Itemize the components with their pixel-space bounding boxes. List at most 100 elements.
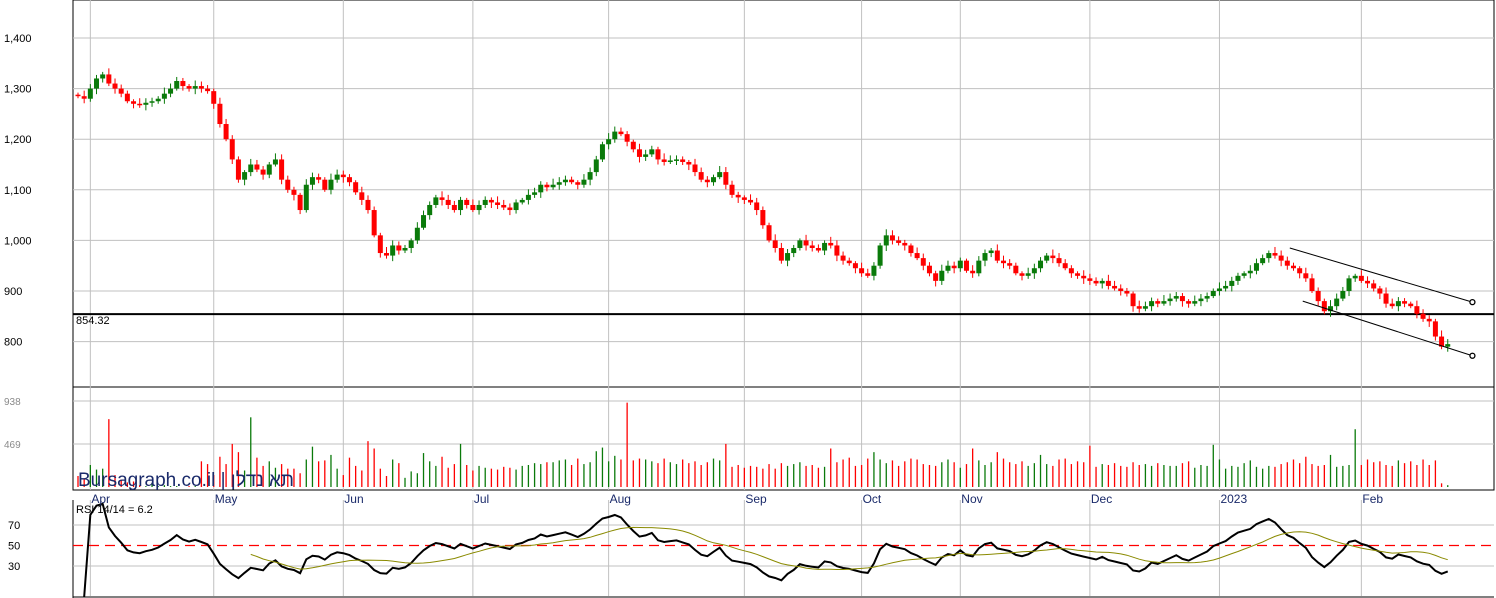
candle-body: [87, 88, 93, 99]
candle-body: [445, 199, 451, 205]
candle-body: [279, 159, 285, 180]
candle-body: [1013, 265, 1019, 274]
candle-body: [951, 265, 957, 269]
candle-body: [1007, 263, 1013, 266]
candle-body: [1124, 291, 1130, 294]
candle-body: [223, 124, 229, 140]
candle-body: [365, 199, 371, 211]
candle-body: [1260, 258, 1266, 264]
candle-body: [945, 265, 951, 271]
month-label: Sep: [745, 492, 767, 506]
candle-body: [778, 247, 784, 261]
candle-body: [957, 260, 963, 269]
month-label: Dec: [1091, 492, 1112, 506]
candle-body: [328, 179, 334, 190]
candle-body: [896, 240, 902, 243]
candle-body: [309, 177, 315, 185]
candle-body: [723, 172, 729, 185]
candle-body: [464, 199, 470, 205]
candle-body: [963, 260, 969, 271]
candle-body: [81, 96, 87, 99]
candle-body: [1352, 275, 1358, 279]
stock-chart: 1,400 1,300 1,200 1,100 1,000 900 800 938 469 70 5…: [4, 0, 1495, 598]
candle-body: [155, 98, 161, 102]
month-label: Jun: [344, 492, 363, 506]
candle-body: [1383, 293, 1389, 304]
candle-body: [1395, 301, 1401, 307]
candle-body: [1426, 318, 1432, 322]
candle-body: [229, 139, 235, 160]
candle-body: [797, 240, 803, 248]
price-tick-label: 1,000: [4, 235, 32, 247]
candle-body: [846, 260, 852, 264]
candle-body: [1118, 288, 1124, 291]
candle-body: [852, 263, 858, 269]
candle-body: [982, 253, 988, 261]
candle-body: [439, 197, 445, 200]
candle-body: [994, 250, 1000, 261]
candle-body: [1130, 293, 1136, 307]
candle-body: [1358, 275, 1364, 281]
candle-body: [538, 184, 544, 193]
candle-body: [192, 86, 198, 89]
candle-body: [353, 182, 359, 193]
candle-body: [340, 174, 346, 178]
candle-body: [643, 154, 649, 157]
candle-body: [569, 179, 575, 183]
candle-body: [137, 103, 143, 106]
candle-body: [840, 255, 846, 261]
rsi-tick-label: 50: [8, 541, 20, 553]
price-tick-label: 800: [4, 337, 22, 349]
price-tick-label: 1,200: [4, 134, 32, 146]
candle-body: [680, 159, 686, 162]
candle-body: [131, 101, 137, 104]
candle-body: [926, 265, 932, 274]
candle-body: [322, 179, 328, 190]
candle-body: [1155, 301, 1161, 304]
candle-body: [1192, 301, 1198, 304]
candle-body: [754, 202, 760, 211]
candle-body: [334, 174, 340, 180]
candle-body: [1432, 321, 1438, 337]
candle-body: [525, 194, 531, 200]
candle-body: [211, 91, 217, 104]
candle-body: [297, 194, 303, 211]
price-tick-label: 900: [4, 286, 22, 298]
candle-body: [1241, 273, 1247, 276]
candle-body: [272, 159, 278, 165]
candle-body: [1075, 273, 1081, 276]
candle-body: [667, 160, 673, 162]
candle-body: [359, 192, 365, 200]
price-frame: [72, 0, 1495, 388]
candle-body: [1173, 296, 1179, 299]
candle-body: [1093, 280, 1099, 284]
candle-body: [883, 235, 889, 246]
candle-body: [933, 273, 939, 281]
candle-body: [1179, 296, 1185, 302]
month-label: Jul: [474, 492, 489, 506]
candle-body: [1087, 278, 1093, 281]
candle-body: [1038, 260, 1044, 269]
watermark: Bursagraph.co.il | תא נדלן: [78, 470, 294, 491]
candle-body: [112, 83, 118, 89]
candle-body: [1297, 268, 1303, 274]
candle-body: [748, 199, 754, 203]
candle-body: [476, 204, 482, 211]
candle-body: [636, 149, 642, 157]
candle-body: [1334, 298, 1340, 307]
candle-body: [260, 169, 266, 175]
candle-body: [606, 139, 612, 145]
candle-body: [402, 247, 408, 251]
candle-body: [291, 189, 297, 195]
candle-body: [624, 134, 630, 142]
candle-body: [587, 172, 593, 180]
month-label: Oct: [863, 492, 882, 506]
candle-body: [1210, 291, 1216, 297]
candle-body: [1105, 280, 1111, 286]
candle-body: [427, 204, 433, 216]
candle-body: [1229, 280, 1235, 286]
candle-body: [1050, 255, 1056, 259]
candle-body: [1161, 301, 1167, 304]
candle-body: [217, 103, 223, 125]
candle-body: [75, 94, 81, 97]
